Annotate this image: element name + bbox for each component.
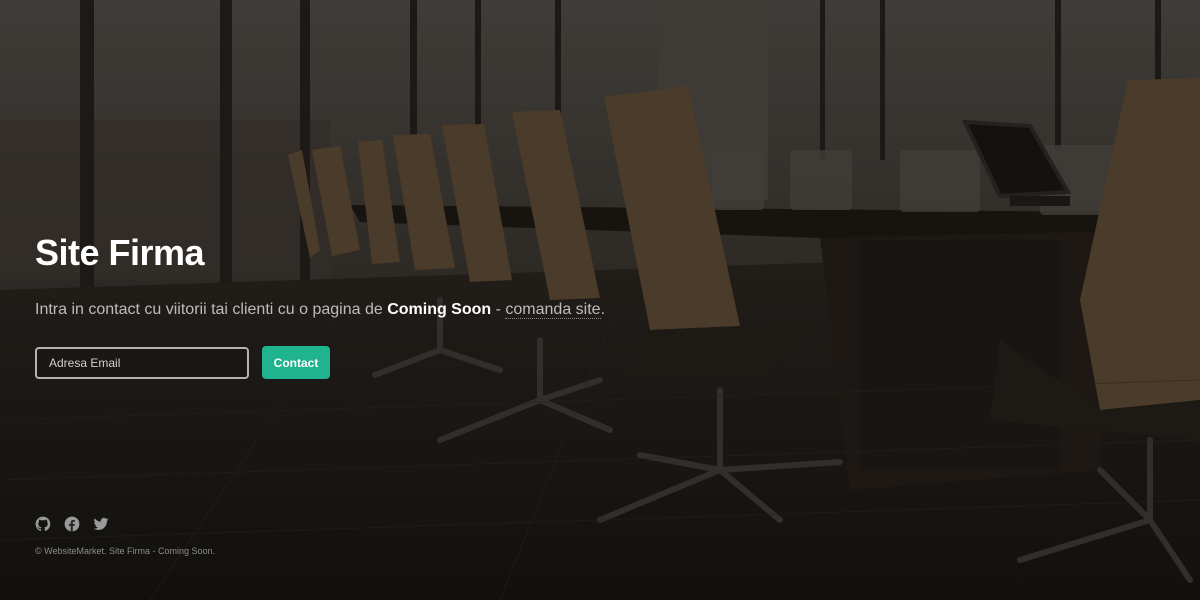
copyright-text: © WebsiteMarket. Site Firma - Coming Soo…	[35, 546, 216, 556]
contact-button[interactable]: Contact	[262, 346, 330, 379]
hero-subtitle: Intra in contact cu viitorii tai clienti…	[35, 298, 735, 322]
hero-section: Site Firma Intra in contact cu viitorii …	[35, 232, 735, 379]
subtitle-text: Intra in contact cu viitorii tai clienti…	[35, 301, 388, 318]
contact-form: Contact	[35, 346, 735, 379]
subtitle-end: .	[600, 301, 606, 318]
email-input[interactable]	[35, 346, 249, 379]
social-links	[35, 516, 109, 532]
subtitle-highlight: Coming Soon	[387, 301, 492, 318]
twitter-icon[interactable]	[93, 516, 109, 532]
github-icon[interactable]	[35, 516, 51, 532]
facebook-icon[interactable]	[64, 516, 80, 532]
subtitle-separator: -	[491, 301, 506, 318]
page-title: Site Firma	[35, 232, 205, 273]
order-site-link[interactable]: comanda site	[505, 301, 601, 319]
